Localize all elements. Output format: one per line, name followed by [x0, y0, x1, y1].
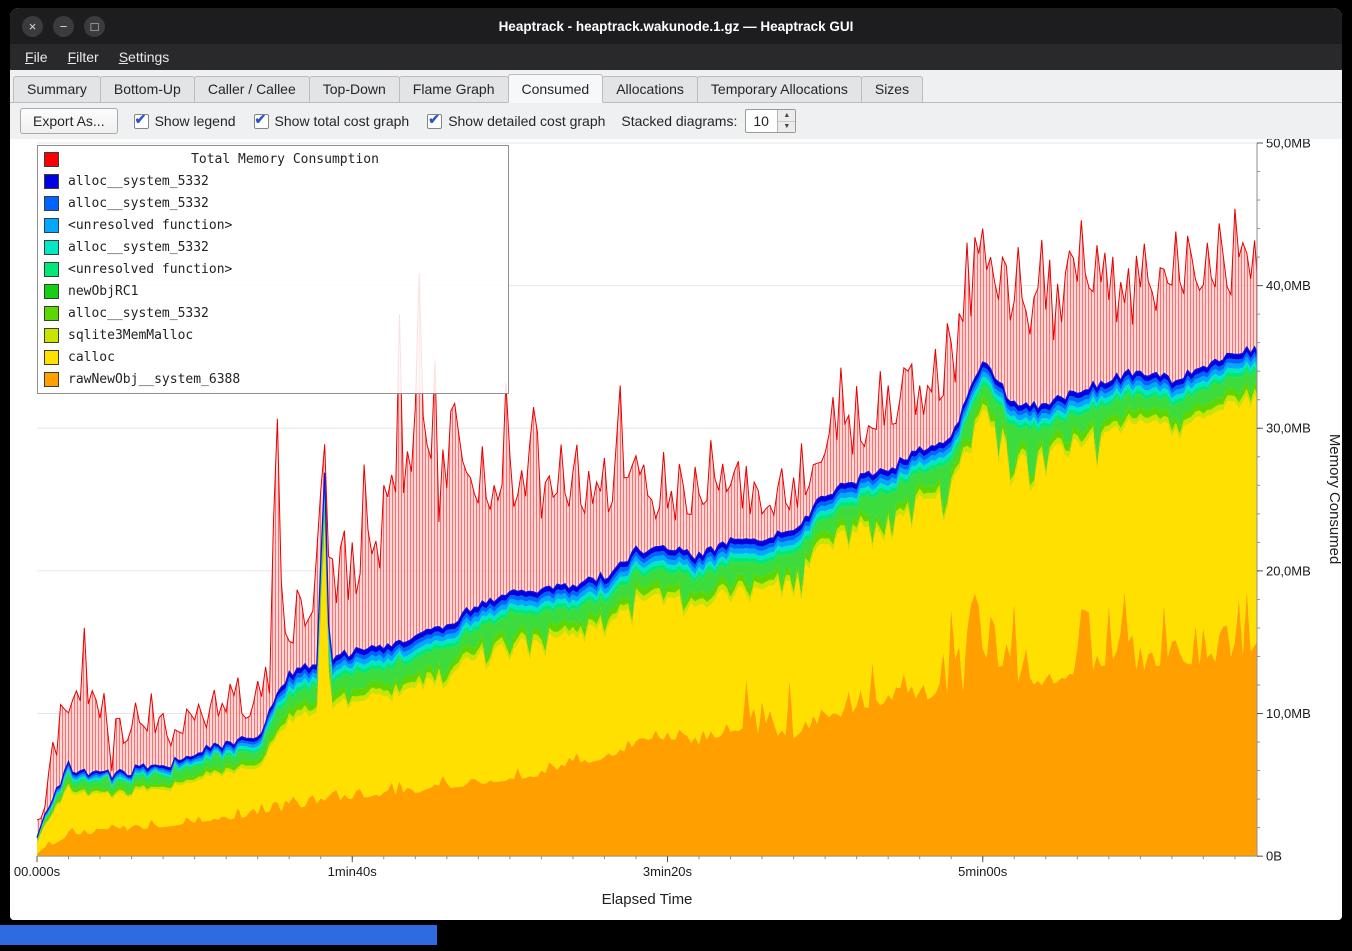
tab-bottom-up[interactable]: Bottom-Up [100, 76, 195, 102]
stacked-consumption-bands [37, 347, 1257, 856]
legend-entry-alloc-system-5332: alloc__system_5332 [38, 192, 508, 214]
stacked-diagrams-spinbox[interactable]: 10 ▲ ▼ [745, 109, 796, 133]
y-tick-label: 20,0MB [1266, 563, 1311, 578]
tab-bar: SummaryBottom-UpCaller / CalleeTop-DownF… [10, 70, 1342, 103]
y-tick-label: 30,0MB [1266, 421, 1311, 436]
legend-label: alloc__system_5332 [68, 196, 209, 211]
legend-swatch [44, 196, 59, 211]
app-window: × − □ Heaptrack - heaptrack.wakunode.1.g… [10, 8, 1342, 920]
checkbox-box[interactable]: ✔ [134, 114, 149, 129]
y-axis-title: Memory Consumed [1326, 434, 1342, 564]
legend-swatch [44, 372, 59, 387]
legend-title-row: Total Memory Consumption [38, 148, 508, 170]
maximize-icon[interactable]: □ [84, 16, 105, 37]
legend-label: sqlite3MemMalloc [68, 328, 193, 343]
spin-down-icon[interactable]: ▼ [778, 122, 795, 133]
toolbar: Export As... ✔ Show legend ✔ Show total cos… [10, 103, 1342, 139]
stacked-diagrams-control: Stacked diagrams: 10 ▲ ▼ [621, 109, 796, 133]
legend-entry-alloc-system-5332: alloc__system_5332 [38, 170, 508, 192]
legend-entry-alloc-system-5332: alloc__system_5332 [38, 236, 508, 258]
checkbox-show-detailed-cost-graph[interactable]: ✔ Show detailed cost graph [427, 113, 605, 129]
close-icon[interactable]: × [22, 16, 43, 37]
legend-entry-sqlite3memmalloc: sqlite3MemMalloc [38, 324, 508, 346]
legend-swatch [44, 350, 59, 365]
x-tick-label: 3min20s [643, 864, 693, 879]
tab-consumed[interactable]: Consumed [508, 74, 604, 103]
legend-entry-rawnewobj-system-6388: rawNewObj__system_6388 [38, 368, 508, 390]
legend-swatch [44, 306, 59, 321]
legend-entry-calloc: calloc [38, 346, 508, 368]
tab-summary[interactable]: Summary [13, 76, 101, 102]
chart-legend: Total Memory Consumption alloc__system_5… [37, 145, 509, 394]
checkbox-label: Show legend [155, 113, 236, 129]
legend-swatch [44, 262, 59, 277]
legend-label: rawNewObj__system_6388 [68, 372, 240, 387]
legend-entry-alloc-system-5332: alloc__system_5332 [38, 302, 508, 324]
legend-swatch [44, 284, 59, 299]
legend-entries: alloc__system_5332 alloc__system_5332 <unr… [38, 170, 508, 390]
toolbar-checkboxes: ✔ Show legend ✔ Show total cost graph ✔ Show … [134, 113, 606, 129]
legend-label: alloc__system_5332 [68, 240, 209, 255]
x-tick-label: 00.000s [14, 864, 61, 879]
spinbox-steppers: ▲ ▼ [777, 110, 795, 132]
tab-temporary-allocations[interactable]: Temporary Allocations [697, 76, 862, 102]
minimize-icon[interactable]: − [53, 16, 74, 37]
y-tick-label: 0B [1266, 849, 1282, 864]
menu-file[interactable]: File [16, 46, 57, 68]
stacked-diagrams-label: Stacked diagrams: [621, 113, 737, 129]
menu-bar: FileFilterSettings [10, 44, 1342, 70]
legend-label: alloc__system_5332 [68, 306, 209, 321]
tab-allocations[interactable]: Allocations [602, 76, 698, 102]
legend-label: newObjRC1 [68, 284, 138, 299]
window-title: Heaptrack - heaptrack.wakunode.1.gz — He… [10, 19, 1342, 34]
checkbox-box[interactable]: ✔ [427, 114, 442, 129]
x-tick-label: 1min40s [328, 864, 378, 879]
tab-sizes[interactable]: Sizes [861, 76, 923, 102]
menu-filter[interactable]: Filter [59, 46, 108, 68]
tab-top-down[interactable]: Top-Down [309, 76, 400, 102]
legend-label: <unresolved function> [68, 262, 232, 277]
x-axis-title: Elapsed Time [602, 891, 693, 908]
legend-swatch-total [44, 152, 59, 167]
x-tick-label: 5min00s [958, 864, 1008, 879]
chart-region: 00.000s 1min40s 3min20s 5min00s 0B 10,0MB 20,0… [10, 139, 1342, 920]
checkbox-show-legend[interactable]: ✔ Show legend [134, 113, 236, 129]
legend-title: Total Memory Consumption [68, 152, 502, 167]
y-tick-label: 40,0MB [1266, 278, 1311, 293]
legend-entry-unresolved-function: <unresolved function> [38, 214, 508, 236]
legend-label: calloc [68, 350, 115, 365]
checkbox-box[interactable]: ✔ [254, 114, 269, 129]
legend-swatch [44, 240, 59, 255]
legend-label: alloc__system_5332 [68, 174, 209, 189]
titlebar[interactable]: × − □ Heaptrack - heaptrack.wakunode.1.g… [10, 8, 1342, 44]
legend-swatch [44, 328, 59, 343]
legend-entry-newobjrc1: newObjRC1 [38, 280, 508, 302]
checkbox-show-total-cost-graph[interactable]: ✔ Show total cost graph [254, 113, 410, 129]
tab-flame-graph[interactable]: Flame Graph [399, 76, 509, 102]
legend-swatch [44, 174, 59, 189]
checkbox-label: Show detailed cost graph [448, 113, 605, 129]
legend-label: <unresolved function> [68, 218, 232, 233]
tab-caller-callee[interactable]: Caller / Callee [194, 76, 310, 102]
spin-up-icon[interactable]: ▲ [778, 110, 795, 122]
check-icon: ✔ [255, 111, 267, 128]
window-controls: × − □ [22, 16, 105, 37]
checkbox-label: Show total cost graph [275, 113, 410, 129]
stacked-diagrams-value[interactable]: 10 [746, 110, 777, 132]
y-tick-label: 10,0MB [1266, 706, 1311, 721]
legend-entry-unresolved-function: <unresolved function> [38, 258, 508, 280]
y-tick-label: 50,0MB [1266, 139, 1311, 150]
legend-swatch [44, 218, 59, 233]
menu-settings[interactable]: Settings [110, 46, 179, 68]
check-icon: ✔ [428, 111, 440, 128]
taskbar-fragment [0, 925, 437, 945]
check-icon: ✔ [135, 111, 147, 128]
export-as-button[interactable]: Export As... [20, 108, 118, 134]
screen-background: × − □ Heaptrack - heaptrack.wakunode.1.g… [0, 0, 1352, 951]
